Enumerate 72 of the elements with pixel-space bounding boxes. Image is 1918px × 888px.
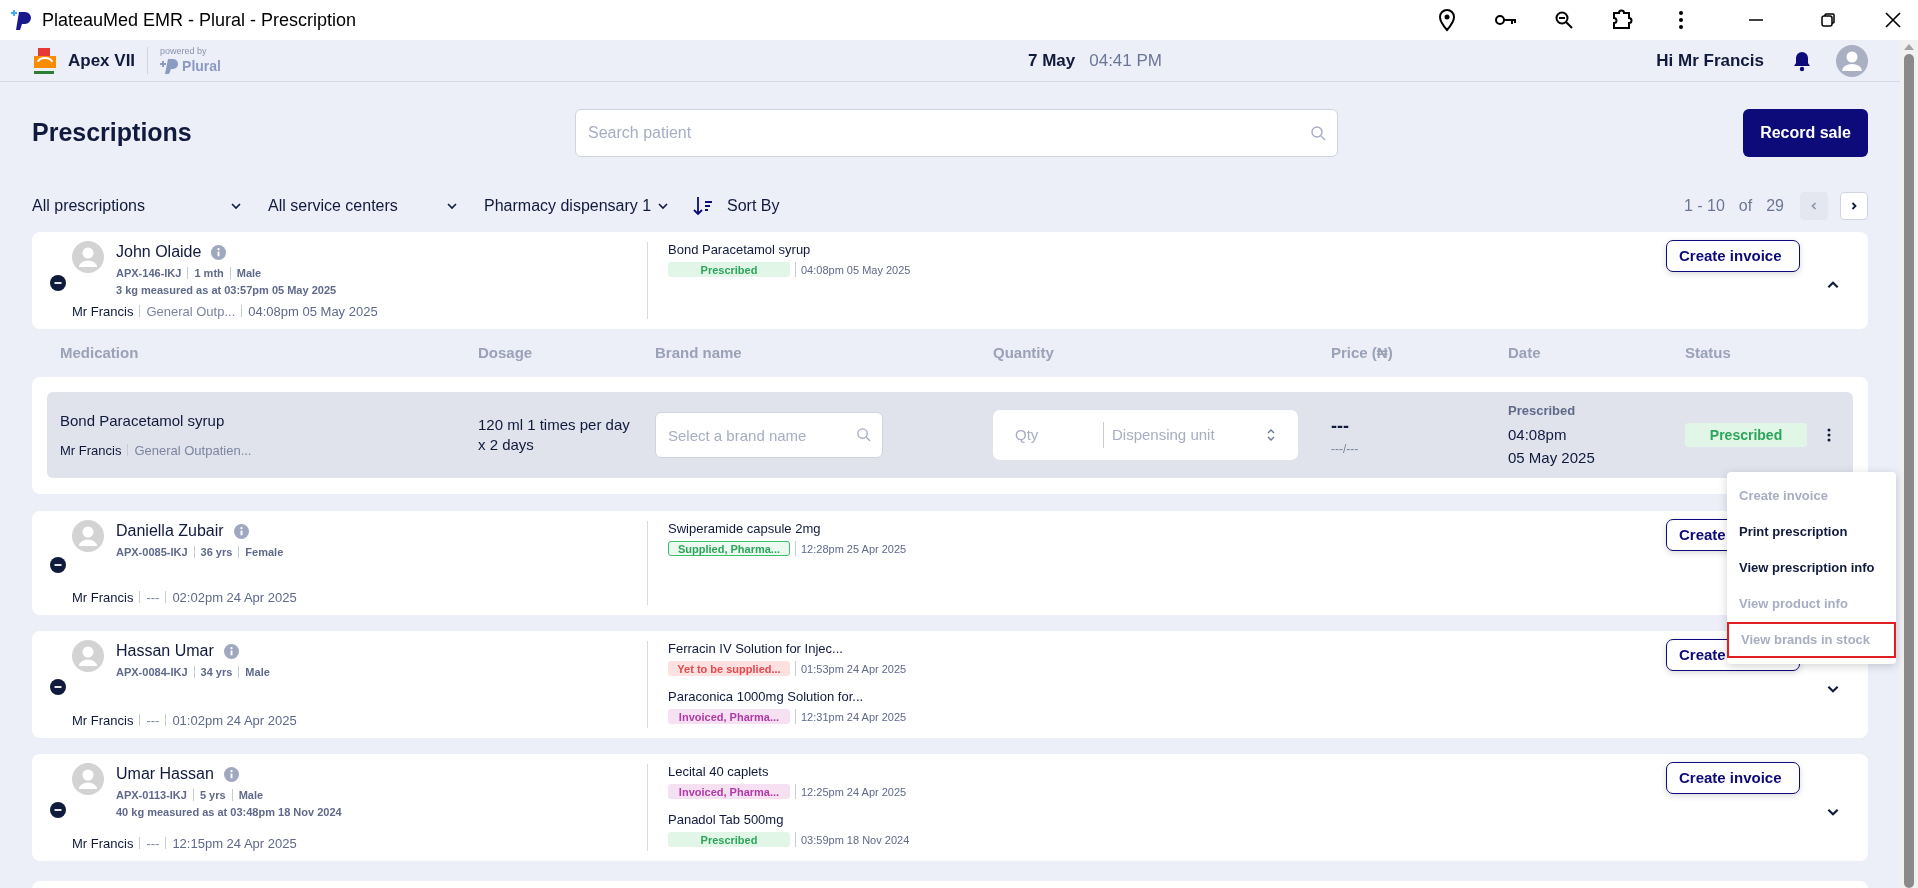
medication-name: Panadol Tab 500mg [668, 811, 785, 829]
page-title: Prescriptions [32, 117, 193, 149]
doctor-name: Mr Francis [72, 711, 134, 730]
column-header: Quantity [993, 342, 1055, 363]
medication-name: Ferracin IV Solution for Injec... [668, 640, 844, 658]
greeting-text: Hi Mr Francis [1656, 49, 1764, 72]
unit-price-text: ---/--- [1331, 440, 1360, 458]
service-center: General Outpatien... [134, 441, 252, 460]
column-header: Date [1508, 342, 1542, 363]
patient-detail: 1 mth [194, 266, 224, 281]
medication-name: Lecital 40 caplets [668, 763, 770, 781]
powered-by-label: powered by [160, 47, 208, 56]
patient-detail: Male [238, 788, 264, 803]
medication-name: Swiperamide capsule 2mg [668, 520, 822, 538]
medication-name: Paraconica 1000mg Solution for... [668, 688, 865, 706]
powered-by-brand: Plural [182, 59, 221, 73]
column-header: Status [1685, 342, 1732, 363]
doctor-name: Mr Francis [72, 834, 134, 853]
medication-time: 03:59pm 18 Nov 2024 [801, 832, 910, 848]
patient-detail: APX-146-IKJ [116, 266, 182, 281]
brand-name: Apex VII [68, 49, 136, 72]
service-center: --- [146, 711, 160, 730]
window-title: PlateauMed EMR - Plural - Prescription [42, 8, 357, 32]
prescription-time: 02:02pm 24 Apr 2025 [172, 588, 297, 607]
patient-detail: 5 yrs [199, 788, 226, 803]
patient-detail: Female [245, 545, 284, 560]
page-total: 29 [1766, 196, 1784, 216]
medication-time: 04:08pm 05 May 2025 [801, 262, 911, 278]
patient-detail: APX-0085-IKJ [116, 545, 188, 560]
status-badge: Yet to be supplied... [668, 661, 790, 677]
medication-name: Bond Paracetamol syrup [60, 411, 226, 431]
weight-note: 3 kg measured as at 03:57pm 05 May 2025 [116, 282, 337, 298]
page-of-label: of [1738, 196, 1753, 216]
status-badge: Supplied, Pharma... [668, 541, 790, 557]
patient-detail: Male [236, 266, 262, 281]
date-label: Prescribed [1508, 401, 1577, 420]
medication-time: 01:53pm 24 Apr 2025 [801, 661, 907, 677]
weight-note: 40 kg measured as at 03:48pm 18 Nov 2024 [116, 804, 342, 820]
column-header: Brand name [655, 342, 743, 363]
medication-name: Bond Paracetamol syrup [668, 241, 812, 259]
patient-detail: APX-0113-IKJ [116, 788, 187, 803]
header-time: 04:41 PM [1089, 49, 1162, 72]
status-badge: Invoiced, Pharma... [668, 709, 790, 725]
column-header: Price (₦) [1331, 342, 1394, 363]
service-center: --- [146, 834, 160, 853]
medication-time: 12:25pm 24 Apr 2025 [801, 784, 907, 800]
patient-detail: 34 yrs [200, 665, 233, 680]
date-time: 04:08pm [1508, 425, 1568, 446]
dosage-text: 120 ml 1 times per day x 2 days [478, 415, 631, 455]
prescription-time: 12:15pm 24 Apr 2025 [172, 834, 297, 853]
date-day: 05 May 2025 [1508, 446, 1685, 470]
patient-detail: APX-0084-IKJ [116, 665, 188, 680]
medication-time: 12:31pm 24 Apr 2025 [801, 709, 907, 725]
prescription-time: 01:02pm 24 Apr 2025 [172, 711, 297, 730]
status-badge: Prescribed [1685, 423, 1807, 447]
patient-detail: Male [245, 665, 270, 680]
doctor-name: Mr Francis [60, 441, 122, 460]
price-text: --- [1331, 414, 1350, 438]
medication-time: 12:28pm 25 Apr 2025 [801, 541, 907, 557]
column-header: Dosage [478, 342, 534, 363]
status-badge: Prescribed [668, 832, 790, 848]
column-header: Medication [59, 342, 140, 363]
prescription-time: 04:08pm 05 May 2025 [248, 302, 378, 321]
page-range: 1 - 10 [1683, 196, 1725, 216]
doctor-name: Mr Francis [72, 588, 134, 607]
service-center: --- [146, 588, 160, 607]
doctor-name: Mr Francis [72, 302, 134, 321]
status-badge: Invoiced, Pharma... [668, 784, 790, 800]
service-center: General Outp... [146, 302, 236, 321]
patient-detail: 36 yrs [200, 545, 233, 560]
status-badge: Prescribed [668, 262, 790, 278]
header-date: 7 May [1028, 49, 1076, 72]
